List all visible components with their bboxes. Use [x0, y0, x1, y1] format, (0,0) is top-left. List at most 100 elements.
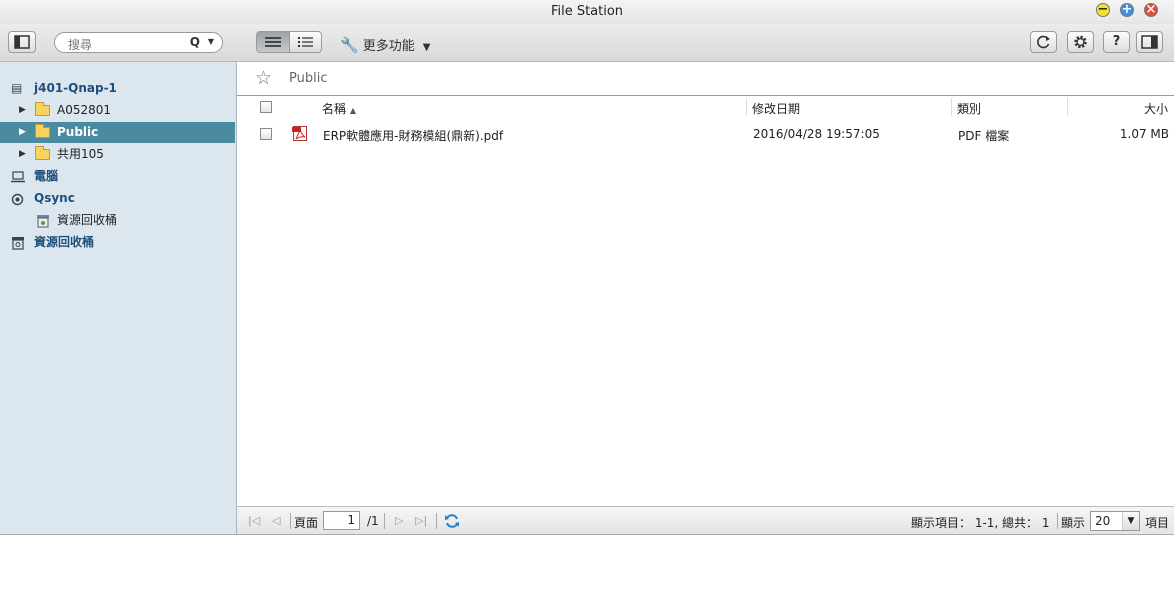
refresh-icon — [1037, 35, 1050, 49]
path-bar: ☆ Public — [237, 62, 1174, 96]
tree-item-a052801[interactable]: ▶ A052801 — [0, 100, 235, 121]
current-path: Public — [289, 71, 328, 86]
detail-view-button[interactable] — [290, 32, 321, 52]
tree-item-qsync-recycle[interactable]: 資源回收桶 — [0, 210, 235, 231]
settings-button[interactable] — [1067, 31, 1094, 53]
detail-view-icon — [298, 37, 313, 47]
computer-icon — [11, 171, 25, 183]
info-panel-icon — [1141, 35, 1158, 49]
search-input[interactable]: 搜尋 — [68, 36, 92, 53]
nas-icon: ▤ — [11, 81, 23, 95]
recycle-bin-icon — [12, 237, 24, 250]
more-actions-menu[interactable]: 🔧 更多功能 ▼ — [340, 35, 430, 54]
items-per-page-value: 20 — [1095, 514, 1111, 528]
expand-arrow-icon[interactable]: ▶ — [19, 122, 26, 143]
tree-item-label: Public — [57, 125, 99, 139]
table-row[interactable]: ERP軟體應用-財務模組(鼎新).pdf 2016/04/28 19:57:05… — [237, 122, 1174, 146]
caret-down-icon: ▼ — [422, 42, 431, 53]
file-type: PDF 檔案 — [958, 129, 1010, 143]
search-dropdown-icon[interactable]: ▼ — [208, 37, 214, 46]
last-page-icon[interactable]: ▷| — [415, 514, 427, 527]
search-icon[interactable]: Q — [190, 35, 200, 49]
minimize-icon: − — [1097, 2, 1109, 17]
next-page-icon[interactable]: ▷ — [395, 514, 403, 527]
column-name-header[interactable]: 名稱 ▲ — [322, 100, 356, 117]
tree-item-public[interactable]: ▶ Public — [0, 122, 235, 143]
help-button[interactable]: ? — [1103, 31, 1130, 53]
sidebar-panel-icon — [14, 35, 30, 49]
maximize-button[interactable]: + — [1120, 2, 1134, 17]
close-button[interactable]: × — [1144, 2, 1158, 17]
list-view-icon — [265, 37, 281, 47]
file-size: 1.07 MB — [1119, 127, 1169, 141]
qsync-icon — [11, 193, 24, 206]
footer-separator — [1057, 513, 1058, 529]
tree-item-label: j401-Qnap-1 — [34, 81, 117, 95]
tree-item-label: A052801 — [57, 103, 112, 117]
tree-item-nas[interactable]: ▤ j401-Qnap-1 — [0, 78, 235, 99]
tree-item-qsync[interactable]: Qsync — [0, 188, 235, 209]
items-per-page-select[interactable]: 20 ▼ — [1090, 511, 1140, 531]
column-modified-header[interactable]: 修改日期 — [752, 100, 800, 117]
column-type-header[interactable]: 類別 — [957, 100, 981, 117]
title-bar: File Station − + × — [0, 0, 1174, 24]
page-label: 頁面 — [294, 516, 319, 530]
maximize-icon: + — [1121, 2, 1133, 17]
file-list-panel: ☆ Public 名稱 ▲ 修改日期 類別 大小 ERP軟體應用-財務模組(鼎新… — [237, 62, 1174, 534]
tree-item-label: 資源回收桶 — [34, 235, 95, 249]
footer-separator — [290, 513, 291, 529]
list-view-button[interactable] — [257, 32, 289, 52]
reload-icon[interactable] — [444, 513, 460, 529]
toggle-sidebar-button[interactable] — [8, 31, 36, 53]
search-box[interactable]: 搜尋 Q ▼ — [54, 32, 223, 53]
close-icon: × — [1145, 2, 1157, 17]
items-info: 顯示項目： 1-1, 總共： 1 — [911, 516, 1050, 530]
minimize-button[interactable]: − — [1096, 2, 1110, 17]
folder-icon — [35, 102, 50, 116]
file-modified: 2016/04/28 19:57:05 — [753, 127, 880, 141]
table-header: 名稱 ▲ 修改日期 類別 大小 — [237, 96, 1174, 120]
pagination-bar: |◁ ◁ 頁面 1 /1 ▷ ▷| 顯示項目： 1-1, 總共： 1 顯示 20… — [237, 506, 1174, 535]
window-title: File Station — [550, 4, 624, 19]
row-checkbox[interactable] — [260, 128, 272, 140]
tree-item-label: 電腦 — [34, 169, 59, 183]
column-separator[interactable] — [951, 98, 952, 116]
pdf-file-icon — [292, 126, 307, 141]
column-separator[interactable] — [746, 98, 747, 116]
view-mode-group — [256, 31, 322, 53]
sort-asc-icon: ▲ — [349, 106, 356, 115]
recycle-bin-icon — [37, 215, 49, 228]
items-label: 項目 — [1145, 516, 1170, 530]
tree-item-computer[interactable]: 電腦 — [0, 166, 235, 187]
wrench-icon: 🔧 — [340, 36, 359, 54]
help-icon: ? — [1112, 34, 1121, 49]
star-icon[interactable]: ☆ — [255, 67, 272, 89]
tree-item-label: Qsync — [34, 191, 75, 205]
tree-item-share105[interactable]: ▶ 共用105 — [0, 144, 235, 165]
tree-item-label: 共用105 — [57, 147, 104, 161]
page-number-input[interactable]: 1 — [323, 511, 360, 530]
column-size-header[interactable]: 大小 — [1144, 100, 1168, 117]
select-all-checkbox[interactable] — [260, 101, 272, 113]
column-separator[interactable] — [1067, 98, 1068, 116]
folder-icon — [35, 146, 50, 160]
gear-icon — [1074, 35, 1087, 49]
footer-separator — [436, 513, 437, 529]
toolbar: 搜尋 Q ▼ 🔧 更多功能 ▼ ? — [0, 24, 1174, 62]
info-panel-button[interactable] — [1136, 31, 1163, 53]
folder-tree: ▤ j401-Qnap-1 ▶ A052801 ▶ Public ▶ 共用105… — [0, 62, 237, 534]
footer-separator — [384, 513, 385, 529]
prev-page-icon[interactable]: ◁ — [272, 514, 280, 527]
expand-arrow-icon[interactable]: ▶ — [19, 144, 26, 165]
folder-icon — [35, 124, 50, 138]
expand-arrow-icon[interactable]: ▶ — [19, 100, 26, 121]
file-name[interactable]: ERP軟體應用-財務模組(鼎新).pdf — [323, 127, 503, 144]
column-name-label: 名稱 — [322, 102, 347, 116]
page-total: /1 — [367, 514, 379, 528]
first-page-icon[interactable]: |◁ — [248, 514, 260, 527]
more-actions-label: 更多功能 — [362, 39, 415, 54]
tree-item-label: 資源回收桶 — [57, 213, 118, 227]
show-label: 顯示 — [1061, 516, 1086, 530]
refresh-button[interactable] — [1030, 31, 1057, 53]
tree-item-recycle-bin[interactable]: 資源回收桶 — [0, 232, 235, 253]
